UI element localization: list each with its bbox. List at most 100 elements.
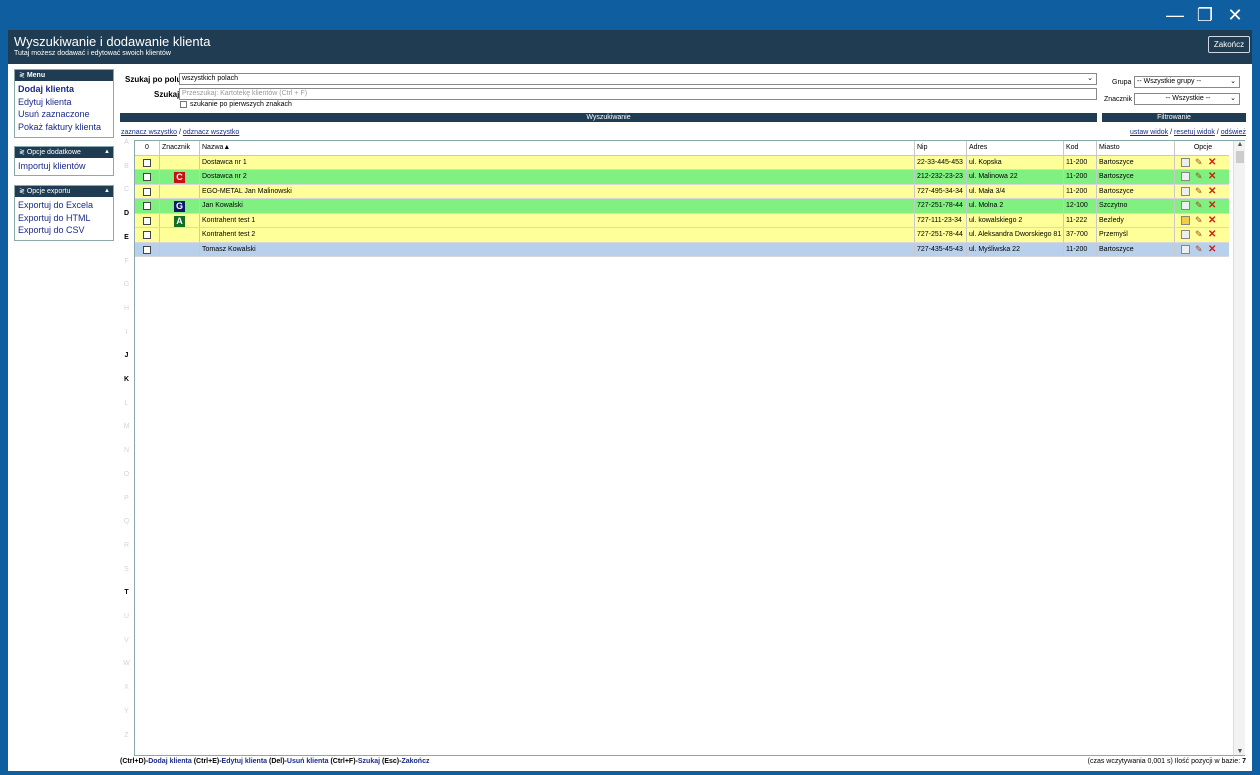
shortcut-action[interactable]: Zakończ [401, 758, 429, 765]
alphabet-letter-e[interactable]: E [120, 234, 133, 241]
invoice-icon[interactable] [1181, 230, 1190, 239]
alphabet-letter-r[interactable]: R [120, 542, 133, 549]
invoice-icon[interactable] [1181, 172, 1190, 181]
row-checkbox[interactable] [143, 187, 151, 196]
close-button[interactable]: Zakończ [1208, 36, 1250, 53]
refresh-link[interactable]: odśwież [1221, 129, 1246, 136]
invoice-icon[interactable] [1181, 157, 1190, 167]
table-row[interactable]: Dostawca nr 1 22-33-445-453 ul. Kopska 11-2… [135, 155, 1229, 170]
vertical-scrollbar[interactable]: ▲ ▼ [1233, 141, 1245, 755]
shortcut-action[interactable]: Usuń klienta [287, 758, 329, 765]
collapse-icon[interactable]: ▲ [104, 186, 110, 197]
invoice-icon[interactable] [1181, 244, 1190, 254]
search-input[interactable]: Przeszukaj: Kartotekę klientów (Ctrl + F… [179, 88, 1097, 100]
menu-item[interactable]: Usuń zaznaczone [18, 108, 110, 121]
alphabet-letter-z[interactable]: Z [120, 732, 133, 739]
alphabet-letter-t[interactable]: T [120, 589, 133, 596]
edit-pencil-icon[interactable]: ✎ [1195, 186, 1204, 196]
edit-pencil-icon[interactable]: ✎ [1195, 215, 1204, 225]
deselect-all-link[interactable]: odznacz wszystko [183, 129, 239, 136]
close-window-icon[interactable]: ✕ [1222, 3, 1248, 27]
delete-icon[interactable]: ✕ [1208, 172, 1217, 182]
edit-pencil-icon[interactable]: ✎ [1195, 244, 1204, 254]
delete-icon[interactable]: ✕ [1208, 186, 1217, 196]
alphabet-letter-l[interactable]: L [120, 400, 133, 407]
export-panel-header[interactable]: ≷ Opcje exportu ▲ [15, 186, 113, 197]
row-checkbox[interactable] [143, 231, 151, 239]
header-address[interactable]: Adres [967, 141, 1064, 155]
export-item[interactable]: Exportuj do CSV [18, 224, 110, 237]
menu-item[interactable]: Pokaż faktury klienta [18, 121, 110, 134]
scroll-thumb[interactable] [1236, 151, 1244, 163]
alphabet-letter-h[interactable]: H [120, 305, 133, 312]
restore-icon[interactable]: ❐ [1192, 3, 1218, 27]
invoice-icon[interactable] [1181, 186, 1190, 196]
alphabet-letter-b[interactable]: B [120, 163, 133, 170]
alphabet-letter-f[interactable]: F [120, 258, 133, 265]
delete-icon[interactable]: ✕ [1208, 244, 1217, 254]
collapse-icon[interactable]: ▲ [104, 147, 110, 158]
shortcut-action[interactable]: Dodaj klienta [148, 758, 192, 765]
alphabet-letter-a[interactable]: A [120, 139, 133, 146]
scroll-down-icon[interactable]: ▼ [1234, 748, 1246, 755]
alphabet-letter-o[interactable]: O [120, 471, 133, 478]
menu-item[interactable]: Edytuj klienta [18, 96, 110, 109]
header-check[interactable]: 0 [135, 141, 160, 155]
alphabet-letter-p[interactable]: P [120, 495, 133, 502]
alphabet-letter-u[interactable]: U [120, 613, 133, 620]
row-checkbox[interactable] [143, 245, 151, 254]
row-checkbox[interactable] [143, 173, 151, 181]
table-row[interactable]: G Jan Kowalski 727-251-78-44 ul. Molna 2 12-… [135, 199, 1229, 214]
table-row[interactable]: Kontrahent test 2 727-251-78-44 ul. Aleksa… [135, 228, 1229, 243]
invoice-icon[interactable] [1181, 215, 1190, 225]
alphabet-letter-y[interactable]: Y [120, 708, 133, 715]
edit-pencil-icon[interactable]: ✎ [1195, 230, 1204, 239]
header-name[interactable]: Nazwa▲ [200, 141, 915, 155]
row-checkbox[interactable] [143, 202, 151, 210]
delete-icon[interactable]: ✕ [1208, 230, 1217, 240]
alphabet-letter-v[interactable]: V [120, 637, 133, 644]
menu-panel-header[interactable]: ≷ Menu [15, 70, 113, 81]
alphabet-letter-j[interactable]: J [120, 352, 133, 359]
search-field-select[interactable]: wszystkich polach ⌄ [179, 73, 1097, 85]
table-row[interactable]: A Kontrahent test 1 727-111-23-34 ul. kowal… [135, 213, 1229, 228]
table-row[interactable]: C Dostawca nr 2 212-232-23-23 ul. Malinowa … [135, 170, 1229, 185]
select-all-link[interactable]: zaznacz wszystko [121, 129, 177, 136]
set-view-link[interactable]: ustaw widok [1130, 129, 1168, 136]
edit-pencil-icon[interactable]: ✎ [1195, 172, 1204, 181]
alphabet-letter-m[interactable]: M [120, 423, 133, 430]
table-row[interactable]: EGO-METAL Jan Malinowski 727-495-34-34 ul.… [135, 184, 1229, 199]
header-marker[interactable]: Znacznik [160, 141, 200, 155]
edit-pencil-icon[interactable]: ✎ [1195, 157, 1204, 167]
alphabet-letter-k[interactable]: K [120, 376, 133, 383]
shortcut-action[interactable]: Edytuj klienta [222, 758, 268, 765]
scroll-up-icon[interactable]: ▲ [1234, 141, 1246, 148]
delete-icon[interactable]: ✕ [1208, 157, 1217, 167]
alphabet-letter-c[interactable]: C [120, 186, 133, 193]
export-item[interactable]: Exportuj do Excela [18, 199, 110, 212]
alphabet-letter-g[interactable]: G [120, 281, 133, 288]
alphabet-letter-i[interactable]: I [120, 329, 133, 336]
reset-view-link[interactable]: resetuj widok [1174, 129, 1215, 136]
delete-icon[interactable]: ✕ [1208, 201, 1217, 211]
minimize-icon[interactable]: — [1162, 3, 1188, 27]
alphabet-letter-s[interactable]: S [120, 566, 133, 573]
header-nip[interactable]: Nip [915, 141, 967, 155]
extras-item[interactable]: Importuj klientów [18, 160, 110, 173]
invoice-icon[interactable] [1181, 201, 1190, 210]
row-checkbox[interactable] [143, 158, 151, 167]
header-code[interactable]: Kod [1064, 141, 1097, 155]
marker-select[interactable]: -- Wszystkie -- ⌄ [1134, 93, 1240, 105]
edit-pencil-icon[interactable]: ✎ [1195, 201, 1204, 210]
shortcut-action[interactable]: Szukaj [358, 758, 380, 765]
alphabet-letter-x[interactable]: X [120, 684, 133, 691]
group-select[interactable]: -- Wszystkie grupy -- ⌄ [1134, 76, 1240, 88]
menu-item[interactable]: Dodaj klienta [18, 83, 110, 96]
alphabet-letter-n[interactable]: N [120, 447, 133, 454]
header-city[interactable]: Miasto [1097, 141, 1175, 155]
table-row[interactable]: Tomasz Kowalski 727-435-45-43 ul. Myśliwsk… [135, 242, 1229, 257]
alphabet-letter-q[interactable]: Q [120, 518, 133, 525]
row-checkbox[interactable] [143, 216, 151, 225]
export-item[interactable]: Exportuj do HTML [18, 212, 110, 225]
delete-icon[interactable]: ✕ [1208, 215, 1217, 225]
